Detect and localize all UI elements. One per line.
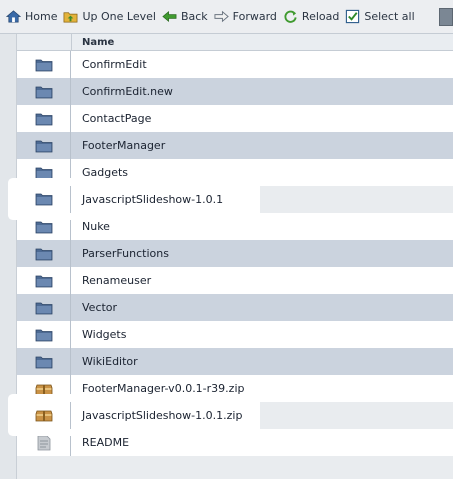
text-file-icon [37,435,50,450]
item-name[interactable]: ConfirmEdit.new [71,85,173,98]
select-all-button[interactable]: Select all [345,6,415,28]
folder-icon [35,356,52,368]
reload-button[interactable]: Reload [283,6,339,28]
list-item[interactable]: ParserFunctions [17,240,453,267]
item-icon-cell [17,132,71,159]
toolbar-overflow-icon[interactable] [439,7,453,26]
item-name[interactable]: ContactPage [71,112,151,125]
item-icon-cell [17,429,71,456]
folder-icon [35,59,52,71]
zip-archive-icon [35,410,52,422]
item-icon-cell [17,185,71,213]
list-item[interactable]: WikiEditor [17,348,453,375]
list-item[interactable]: FooterManager [17,132,453,159]
folder-icon [35,113,52,125]
back-label: Back [180,10,208,23]
item-name[interactable]: FooterManager [71,139,165,152]
list-item[interactable]: JavascriptSlideshow-1.0.1 [11,181,257,217]
back-button[interactable]: Back [162,6,208,28]
list-item[interactable]: Nuke [17,213,453,240]
list-item[interactable]: ContactPage [17,105,453,132]
forward-button[interactable]: Forward [214,6,277,28]
item-icon-cell [17,105,71,132]
folder-icon [35,329,52,341]
item-icon-cell [17,401,71,429]
item-name[interactable]: JavascriptSlideshow-1.0.1 [71,193,223,206]
folder-icon [35,302,52,314]
checkbox-icon [346,9,360,24]
folder-icon [35,193,52,206]
item-name[interactable]: Widgets [71,328,126,341]
list-item[interactable]: README [17,429,453,456]
item-icon-cell [17,294,71,321]
folder-icon [35,167,52,179]
name-column-header[interactable]: Name [72,37,114,48]
item-icon-cell [17,348,71,375]
folder-icon [35,86,52,98]
forward-arrow-icon [214,10,229,23]
up-one-level-label: Up One Level [82,10,156,23]
list-item[interactable]: ConfirmEdit [17,51,453,78]
list-item[interactable]: JavascriptSlideshow-1.0.1.zip [11,397,257,433]
list-rows: ConfirmEdit ConfirmEdit.new ContactPage Foo… [11,51,453,456]
item-icon-cell [17,240,71,267]
item-name[interactable]: README [71,436,129,449]
list-item[interactable]: ConfirmEdit.new [17,78,453,105]
item-name[interactable]: Nuke [71,220,110,233]
list-item[interactable]: Widgets [17,321,453,348]
item-name[interactable]: Vector [71,301,117,314]
folder-icon [35,275,52,287]
item-name[interactable]: Renameuser [71,274,151,287]
reload-icon [284,10,297,23]
item-name[interactable]: ConfirmEdit [71,58,147,71]
home-button[interactable]: Home [6,6,57,28]
item-icon-cell [17,78,71,105]
reload-label: Reload [301,10,340,23]
item-icon-cell [17,51,71,78]
item-icon-cell [17,321,71,348]
item-icon-cell [17,213,71,240]
folder-icon [35,221,52,233]
back-arrow-icon [162,11,177,22]
folder-icon [35,140,52,152]
forward-label: Forward [232,10,277,23]
item-name[interactable]: WikiEditor [71,355,138,368]
up-one-level-button[interactable]: Up One Level [63,6,156,28]
home-label: Home [25,10,58,23]
zip-archive-icon [35,384,52,395]
list-header: Name [17,33,453,51]
file-list: Name ConfirmEdit ConfirmEdit.new ContactPa… [11,33,453,479]
list-item[interactable]: Renameuser [17,267,453,294]
up-folder-icon [64,12,78,23]
home-icon [6,10,21,23]
icon-column-header[interactable] [17,33,72,51]
item-icon-cell [17,267,71,294]
item-name[interactable]: ParserFunctions [71,247,169,260]
item-name[interactable]: FooterManager-v0.0.1-r39.zip [71,382,244,395]
list-item[interactable]: Vector [17,294,453,321]
toolbar: Home Up One Level Back Forward Reload Se… [0,0,453,34]
folder-icon [35,248,52,260]
item-name[interactable]: JavascriptSlideshow-1.0.1.zip [71,409,242,422]
item-name[interactable]: Gadgets [71,166,128,179]
select-all-label: Select all [364,10,415,23]
